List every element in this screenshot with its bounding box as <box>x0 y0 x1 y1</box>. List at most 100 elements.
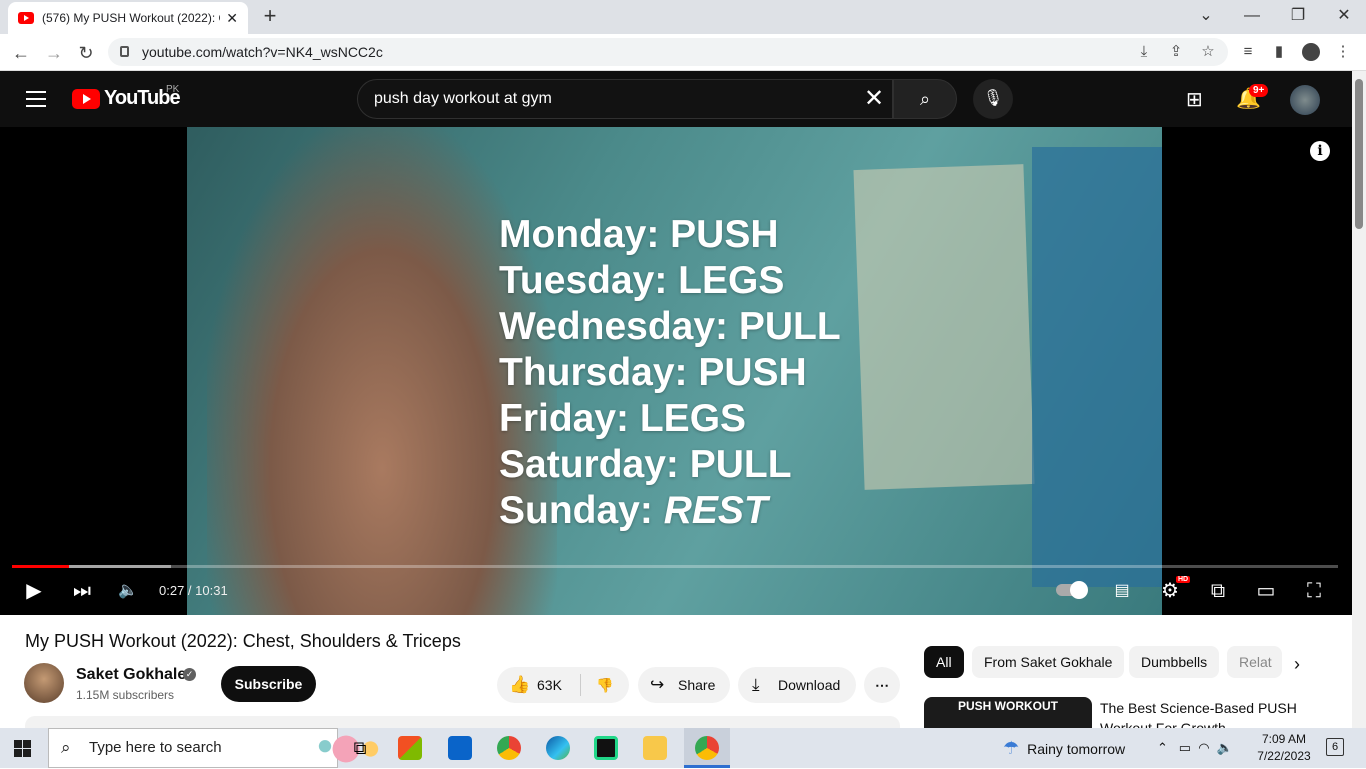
menu-icon[interactable] <box>26 91 46 107</box>
browser-tab-strip: (576) My PUSH Workout (2022): C ✕ + ⌄ — … <box>0 0 1366 34</box>
chip-dumbbells[interactable]: Dumbbells <box>1129 646 1220 678</box>
related-video-thumbnail[interactable]: PUSH WORKOUT <box>924 697 1092 728</box>
channel-avatar[interactable] <box>24 663 64 703</box>
profile-avatar-icon[interactable] <box>1302 43 1320 61</box>
chip-all[interactable]: All <box>924 646 964 678</box>
forward-arrow-icon[interactable]: → <box>41 40 67 66</box>
overlay-line: Monday: PUSH <box>499 213 779 256</box>
clock-date: 7/22/2023 <box>1257 749 1311 763</box>
channel-name[interactable]: Saket Gokhale <box>76 666 186 684</box>
download-button[interactable]: ⤓ Download <box>738 667 856 703</box>
tab-close-icon[interactable]: ✕ <box>226 10 238 27</box>
store-icon[interactable] <box>398 736 422 760</box>
overlay-line: Tuesday: LEGS <box>499 259 785 302</box>
chrome-icon[interactable] <box>497 736 521 760</box>
address-bar[interactable]: youtube.com/watch?v=NK4_wsNCC2c <box>108 38 1228 66</box>
browser-toolbar: ← → ↻ youtube.com/watch?v=NK4_wsNCC2c ⤓ … <box>0 34 1366 71</box>
new-tab-button[interactable]: + <box>258 4 282 28</box>
restore-button[interactable]: ❐ <box>1278 4 1318 28</box>
theater-mode-icon[interactable]: ▭ <box>1254 579 1278 603</box>
like-button[interactable]: 👍 63K <box>497 667 581 703</box>
thumbs-up-icon: 👍 <box>509 675 531 694</box>
minimize-button[interactable]: — <box>1232 4 1272 28</box>
next-icon[interactable]: ⏭ <box>70 579 94 603</box>
chevron-right-icon[interactable]: › <box>1294 654 1300 675</box>
scrollbar-thumb[interactable] <box>1355 79 1363 229</box>
youtube-header: YouTube PK push day workout at gym ✕ ⌕ 🎙… <box>0 71 1352 127</box>
related-video-title[interactable]: The Best Science-Based PUSH Workout For … <box>1100 698 1320 728</box>
install-app-icon[interactable]: ⤓ <box>1135 43 1153 61</box>
share-label: Share <box>678 677 716 693</box>
weather-text: Rainy tomorrow <box>1027 741 1126 757</box>
download-icon: ⤓ <box>752 675 760 694</box>
close-window-button[interactable]: ✕ <box>1324 4 1364 28</box>
subscribe-button[interactable]: Subscribe <box>221 666 316 702</box>
youtube-logo-icon[interactable] <box>72 89 100 109</box>
played-bar <box>12 565 70 568</box>
like-count: 63K <box>537 677 562 693</box>
reload-icon[interactable]: ↻ <box>73 40 99 66</box>
notification-center-icon[interactable]: 6 <box>1326 738 1344 756</box>
pycharm-icon[interactable] <box>594 736 618 760</box>
file-explorer-icon[interactable] <box>643 736 667 760</box>
overlay-line: Wednesday: PULL <box>499 305 841 348</box>
gym-poster <box>853 164 1035 490</box>
notification-badge: 9+ <box>1249 84 1269 97</box>
chevron-up-icon[interactable]: ⌃ <box>1157 740 1168 755</box>
share-page-icon[interactable]: ⇪ <box>1167 43 1185 61</box>
battery-icon[interactable]: ▭ <box>1179 740 1191 755</box>
back-arrow-icon[interactable]: ← <box>8 40 34 66</box>
search-icon: ⌕ <box>61 738 71 757</box>
weather-widget[interactable]: ☂ Rainy tomorrow <box>1003 728 1125 769</box>
volume-icon[interactable]: 🔈 <box>116 579 140 603</box>
share-button[interactable]: ↪ Share <box>638 667 730 703</box>
side-panel-icon[interactable]: ▮ <box>1270 43 1288 61</box>
speaker-icon[interactable]: 🔈 <box>1217 740 1233 755</box>
fullscreen-icon[interactable]: ⛶ <box>1302 579 1326 603</box>
bookmark-star-icon[interactable]: ☆ <box>1199 43 1217 61</box>
dislike-button[interactable]: 👎 <box>581 667 629 703</box>
share-arrow-icon: ↪ <box>650 675 665 694</box>
country-code: PK <box>166 84 180 95</box>
info-icon[interactable]: i <box>1310 141 1330 161</box>
youtube-favicon-icon <box>18 12 34 24</box>
chip-related[interactable]: Relat <box>1227 646 1282 678</box>
more-actions-button[interactable]: ⋯ <box>864 667 900 703</box>
sunday-label: Sunday: <box>499 489 664 532</box>
microphone-icon[interactable]: 🎙 <box>973 79 1013 119</box>
media-control-icon[interactable]: ≡ <box>1239 43 1257 61</box>
wifi-icon[interactable]: ◠ <box>1198 740 1209 755</box>
create-video-icon[interactable]: ⊞ <box>1186 87 1203 112</box>
search-button[interactable]: ⌕ <box>893 79 957 119</box>
download-label: Download <box>778 677 841 693</box>
miniplayer-icon[interactable]: ⧉ <box>1206 579 1230 603</box>
tab-search-icon[interactable]: ⌄ <box>1186 4 1226 28</box>
browser-tab[interactable]: (576) My PUSH Workout (2022): C ✕ <box>8 2 248 34</box>
subscriber-count: 1.15M subscribers <box>76 688 175 702</box>
active-chrome-taskbar-item[interactable] <box>684 728 730 768</box>
captions-icon[interactable]: ▤ <box>1110 579 1134 603</box>
system-clock[interactable]: 7:09 AM 7/22/2023 <box>1254 731 1314 765</box>
chip-from-channel[interactable]: From Saket Gokhale <box>972 646 1125 678</box>
kebab-menu-icon[interactable]: ⋮ <box>1334 43 1352 61</box>
lock-icon <box>120 46 129 57</box>
autoplay-toggle[interactable] <box>1056 581 1088 599</box>
taskbar-search-input[interactable]: ⌕ Type here to search <box>48 728 381 768</box>
overlay-line: Thursday: PUSH <box>499 351 807 394</box>
progress-bar[interactable] <box>12 565 1338 568</box>
task-view-icon[interactable]: ⧉ <box>348 736 372 760</box>
system-tray[interactable]: ⌃ ▭ ◠ 🔈 <box>1157 728 1233 768</box>
account-avatar[interactable] <box>1290 85 1320 115</box>
windows-start-icon[interactable] <box>14 740 31 757</box>
windows-taskbar: ⌕ Type here to search ⧉ ☂ Rainy tomorrow … <box>0 728 1366 768</box>
search-input[interactable]: push day workout at gym <box>357 79 893 119</box>
url-text: youtube.com/watch?v=NK4_wsNCC2c <box>142 44 383 60</box>
page-scrollbar[interactable] <box>1352 71 1366 728</box>
video-player[interactable]: Monday: PUSH Tuesday: LEGS Wednesday: PU… <box>0 127 1352 615</box>
play-icon[interactable]: ▶ <box>22 579 46 603</box>
edge-icon[interactable] <box>546 736 570 760</box>
video-title: My PUSH Workout (2022): Chest, Shoulders… <box>25 631 461 651</box>
clear-search-icon[interactable]: ✕ <box>864 87 884 111</box>
mail-icon[interactable] <box>448 736 472 760</box>
hd-badge: HD <box>1176 576 1191 583</box>
